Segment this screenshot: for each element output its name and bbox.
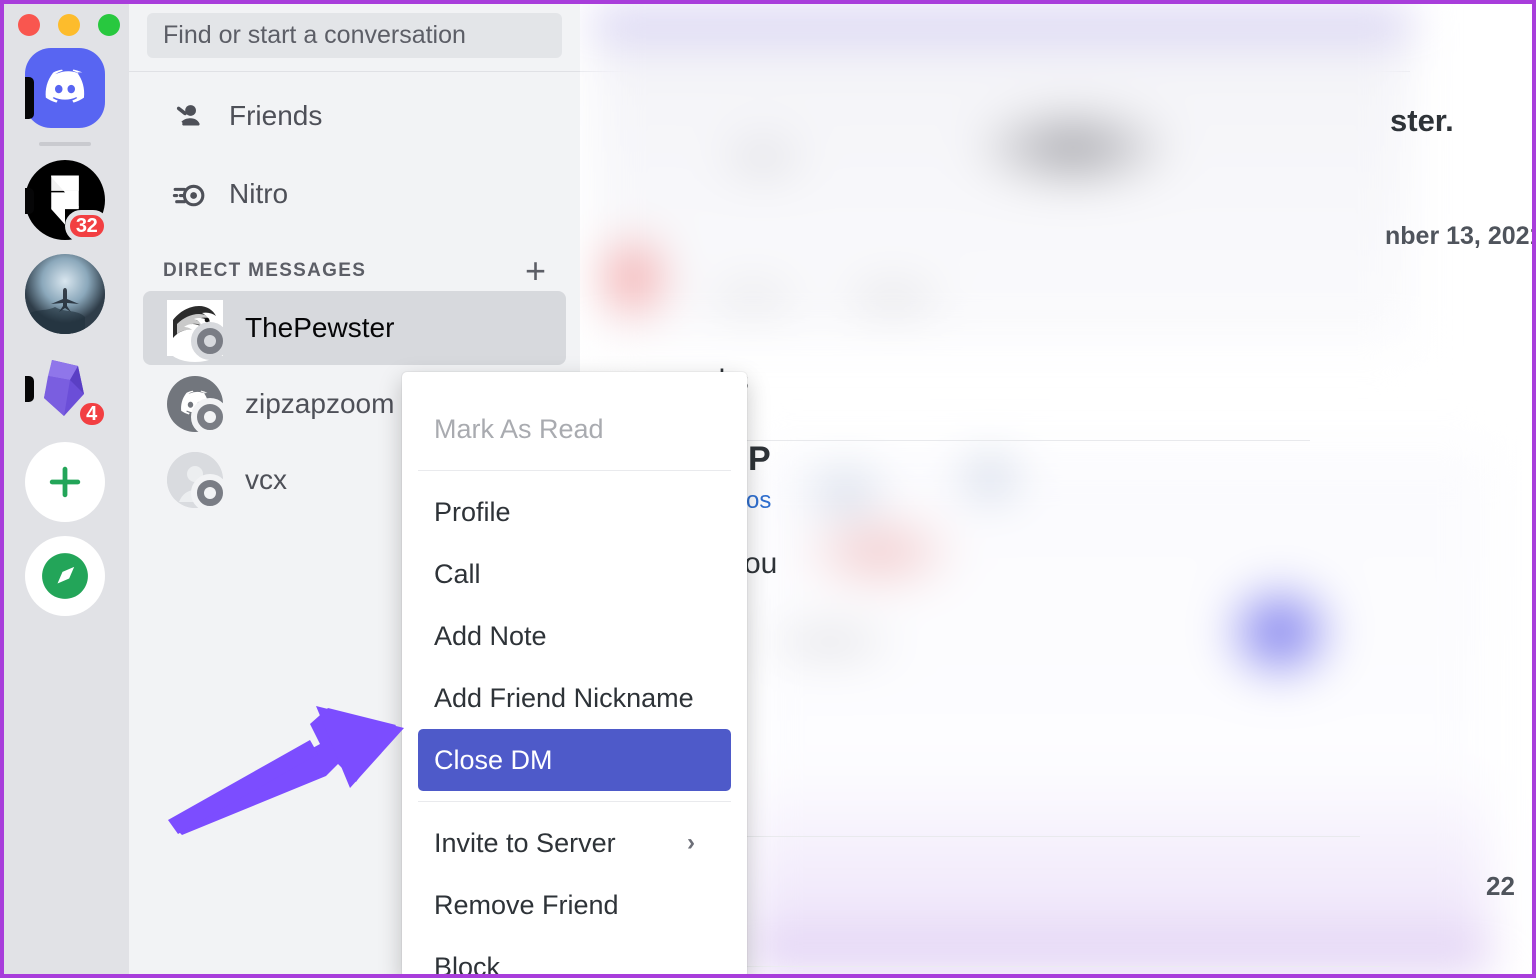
- server-rail-item-gem-server[interactable]: 4: [24, 348, 109, 430]
- friends-icon: [169, 96, 209, 136]
- context-menu-item-add-note[interactable]: Add Note: [418, 605, 731, 667]
- sidebar-item-label: Nitro: [229, 178, 289, 209]
- server-rail-item-discord-home[interactable]: [24, 48, 105, 128]
- context-menu-item-label: Close DM: [434, 744, 553, 775]
- close-window-button[interactable]: [18, 14, 40, 36]
- server-rail-item-skyrim-server[interactable]: [24, 254, 105, 334]
- context-menu-item-label: Invite to Server: [434, 827, 616, 858]
- sidebar-item-nitro[interactable]: Nitro: [143, 160, 566, 228]
- context-menu-item-label: Add Note: [434, 620, 547, 651]
- search-bar-container: Find or start a conversation: [129, 0, 580, 71]
- dm-list-item-label: ThePewster: [245, 312, 395, 344]
- chat-text-fragment: P: [748, 440, 771, 478]
- discord-logo-icon: [24, 48, 105, 128]
- avatar: [167, 300, 229, 363]
- dm-list-item-thepewster[interactable]: ThePewster: [143, 291, 566, 366]
- maximize-window-button[interactable]: [98, 14, 120, 36]
- search-placeholder: Find or start a conversation: [163, 21, 466, 49]
- avatar: [167, 452, 229, 513]
- unread-badge: 32: [64, 210, 109, 242]
- context-menu-item-label: Block: [434, 951, 501, 978]
- chat-divider: [690, 966, 1390, 967]
- rail-divider: [38, 142, 91, 146]
- compass-icon: [24, 536, 105, 616]
- server-avatar-icon: [24, 254, 105, 334]
- blurred-message-embed: [593, 8, 1411, 346]
- context-menu-item-close-dm[interactable]: Close DM: [418, 729, 731, 791]
- chevron-right-icon: ›: [687, 829, 695, 856]
- status-badge: [191, 398, 229, 437]
- server-rail-item-explore-servers[interactable]: [24, 536, 105, 616]
- dm-context-menu: Mark As Read Profile Call Add Note Add F…: [402, 372, 747, 978]
- context-menu-item-label: Remove Friend: [434, 889, 619, 920]
- context-menu-item-invite-to-server[interactable]: Invite to Server ›: [418, 812, 731, 874]
- direct-messages-title: DIRECT MESSAGES: [163, 259, 367, 281]
- plus-icon: [24, 442, 105, 522]
- context-menu-item-label: Add Friend Nickname: [434, 682, 694, 713]
- dm-list-item-label: vcx: [245, 464, 287, 496]
- context-menu-divider: [418, 801, 731, 802]
- chat-link-fragment[interactable]: os: [746, 487, 771, 515]
- dm-list-item-label: zipzapzoom: [245, 388, 395, 420]
- context-menu-item-label: Call: [434, 558, 481, 589]
- context-menu-item-add-friend-nickname[interactable]: Add Friend Nickname: [418, 667, 731, 729]
- chat-text-fragment: ster.: [1390, 103, 1454, 138]
- sidebar-item-friends[interactable]: Friends: [143, 82, 566, 150]
- blurred-message-content: [750, 452, 1490, 972]
- search-input[interactable]: Find or start a conversation: [147, 13, 562, 58]
- context-menu-item-block[interactable]: Block: [418, 936, 731, 978]
- chat-divider: [700, 836, 1360, 837]
- status-badge: [191, 322, 229, 361]
- unread-badge: 4: [74, 398, 109, 430]
- context-menu-item-call[interactable]: Call: [418, 543, 731, 605]
- context-menu-item-label: Profile: [434, 496, 511, 527]
- context-menu-item-remove-friend[interactable]: Remove Friend: [418, 874, 731, 936]
- window-controls: [18, 14, 120, 36]
- avatar: [167, 376, 229, 437]
- status-badge: [191, 474, 229, 513]
- discord-app-window: 32 4 Find or start a conversation Friend…: [0, 0, 1536, 978]
- context-menu-item-mark-as-read[interactable]: Mark As Read: [418, 398, 731, 460]
- sidebar-item-label: Friends: [229, 100, 323, 131]
- context-menu-item-label: Mark As Read: [434, 413, 604, 444]
- chat-timestamp-fragment: nber 13, 2021: [1385, 222, 1536, 250]
- server-rail-item-framer-server[interactable]: 32: [24, 160, 109, 242]
- chat-timestamp-fragment: 22: [1486, 871, 1515, 901]
- server-rail: 32 4: [0, 0, 129, 978]
- minimize-window-button[interactable]: [58, 14, 80, 36]
- chat-text-fragment: ou: [744, 547, 778, 580]
- new-dm-button[interactable]: +: [525, 252, 546, 288]
- pointer-arrow: [168, 706, 404, 835]
- context-menu-divider: [418, 470, 731, 471]
- server-rail-item-add-server[interactable]: [24, 442, 105, 522]
- nitro-icon: [169, 174, 209, 214]
- context-menu-item-profile[interactable]: Profile: [418, 481, 731, 543]
- direct-messages-header: DIRECT MESSAGES +: [129, 228, 580, 289]
- sidebar-divider: [129, 71, 580, 72]
